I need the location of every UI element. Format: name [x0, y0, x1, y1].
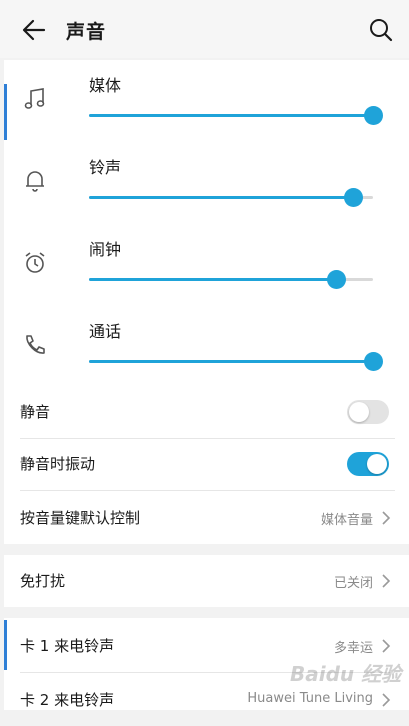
search-icon[interactable]: [368, 17, 394, 43]
divider: [20, 490, 395, 491]
phone-icon: [26, 335, 45, 354]
slider-fill: [89, 278, 337, 281]
sim2-ringtone-label: 卡 2 来电铃声: [20, 691, 115, 709]
sim1-ringtone-value: 多幸运: [333, 641, 373, 656]
sim2-ringtone-value: Huawei Tune Living: [247, 691, 373, 706]
slider-thumb[interactable]: [364, 352, 383, 371]
dnd-row[interactable]: 免打扰 已关闭: [4, 555, 409, 607]
mute-row[interactable]: 静音: [4, 386, 409, 438]
slider-thumb[interactable]: [364, 106, 383, 125]
dnd-label: 免打扰: [20, 572, 66, 590]
page-title: 声音: [66, 21, 107, 43]
alarm-volume-row: 闹钟: [4, 236, 409, 318]
alarm-clock-icon: [25, 252, 45, 273]
volume-card: 媒体 铃声 闹钟 通话 静音 静音时振动 按音量键默认控制 媒体音量: [4, 60, 409, 544]
ringtone-volume-row: 铃声: [4, 154, 409, 236]
slider-thumb[interactable]: [327, 270, 347, 289]
volume-key-default-label: 按音量键默认控制: [20, 509, 141, 527]
dnd-card: 免打扰 已关闭: [4, 555, 409, 607]
slider-fill: [89, 196, 354, 199]
sim1-ringtone-label: 卡 1 来电铃声: [20, 637, 115, 655]
chevron-right-icon: [382, 511, 391, 525]
vibrate-on-mute-label: 静音时振动: [20, 455, 96, 473]
bell-icon: [26, 171, 44, 192]
back-arrow-icon[interactable]: [20, 16, 48, 44]
slider-thumb[interactable]: [344, 188, 364, 207]
chevron-right-icon: [382, 693, 391, 707]
slider-fill: [89, 360, 373, 363]
mute-label: 静音: [20, 403, 51, 421]
volume-key-default-row[interactable]: 按音量键默认控制 媒体音量: [4, 492, 409, 544]
toggle-knob: [367, 454, 387, 474]
media-volume-label: 媒体: [89, 76, 122, 95]
ringtone-volume-slider[interactable]: [89, 188, 373, 208]
toggle-knob: [349, 402, 369, 422]
media-volume-row: 媒体: [4, 72, 409, 154]
call-volume-slider[interactable]: [89, 352, 383, 372]
mute-toggle[interactable]: [347, 400, 389, 424]
media-volume-slider[interactable]: [89, 106, 383, 126]
call-volume-label: 通话: [89, 322, 122, 341]
vibrate-on-mute-toggle[interactable]: [347, 452, 389, 476]
music-note-icon: [24, 88, 45, 109]
vibrate-on-mute-row[interactable]: 静音时振动: [4, 438, 409, 490]
chevron-right-icon: [382, 639, 391, 653]
chevron-right-icon: [382, 574, 391, 588]
ringtone-volume-label: 铃声: [89, 158, 122, 177]
dnd-value: 已关闭: [333, 576, 373, 591]
app-header: 声音: [0, 0, 409, 58]
alarm-volume-label: 闹钟: [89, 240, 122, 259]
slider-fill: [89, 114, 373, 117]
volume-key-default-value: 媒体音量: [320, 513, 373, 528]
baidu-watermark: Baidu 经验: [290, 662, 402, 686]
alarm-volume-slider[interactable]: [89, 270, 373, 290]
